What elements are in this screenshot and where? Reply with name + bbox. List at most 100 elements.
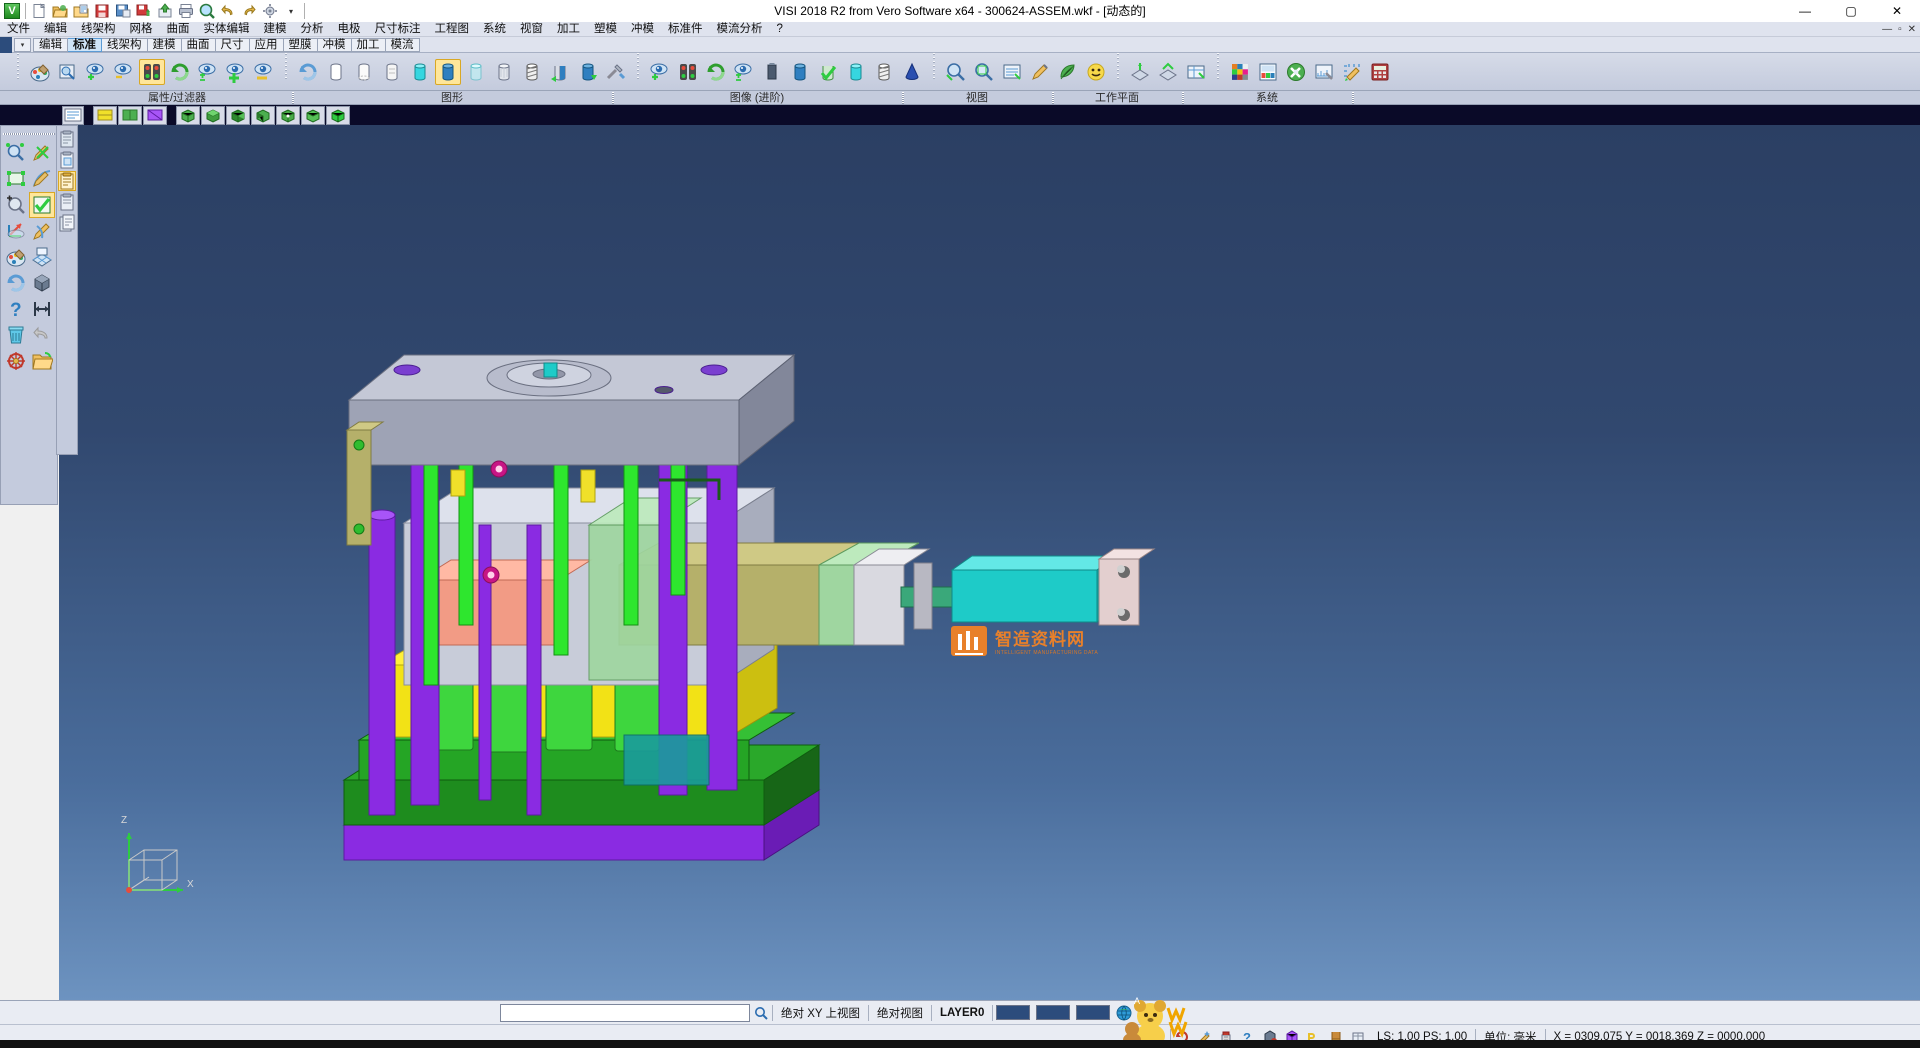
transparent-icon[interactable]	[463, 59, 489, 85]
close-button[interactable]: ✕	[1874, 0, 1920, 22]
cylinder-shade-1-icon[interactable]	[759, 59, 785, 85]
pen-delete-icon[interactable]	[29, 140, 55, 166]
mdi-restore-button[interactable]: ▫	[1898, 24, 1902, 35]
menu-item-0[interactable]: 文件	[0, 22, 37, 37]
confirm-check-icon[interactable]	[29, 192, 55, 218]
refresh-advanced-icon[interactable]	[703, 59, 729, 85]
workplane-align-icon[interactable]	[1155, 59, 1181, 85]
axis-move-icon[interactable]	[3, 218, 29, 244]
menu-item-18[interactable]: ?	[770, 22, 790, 37]
menu-item-7[interactable]: 分析	[294, 22, 331, 37]
ribbon-group-gripper-1[interactable]	[284, 53, 288, 81]
menu-item-11[interactable]: 系统	[476, 22, 513, 37]
zoom-window-icon[interactable]	[943, 59, 969, 85]
ribbon-tab-0[interactable]: 编辑	[33, 38, 68, 52]
left-panel-grip[interactable]	[3, 132, 55, 137]
mdi-minimize-button[interactable]: —	[1882, 24, 1892, 35]
menu-item-2[interactable]: 线架构	[74, 22, 123, 37]
workplane-manager-icon[interactable]	[1183, 59, 1209, 85]
menu-item-4[interactable]: 曲面	[160, 22, 197, 37]
measure-settings-icon[interactable]	[1311, 59, 1337, 85]
snap-settings-icon[interactable]	[1339, 59, 1365, 85]
add-visible-icon[interactable]	[223, 59, 249, 85]
search-input[interactable]	[500, 1004, 750, 1022]
pen-view-icon[interactable]	[1027, 59, 1053, 85]
ribbon-group-gripper-4[interactable]	[1116, 53, 1120, 81]
ribbon-tab-9[interactable]: 加工	[352, 38, 386, 52]
view-plan-icon[interactable]	[118, 106, 142, 125]
entity-attributes-icon[interactable]	[27, 59, 53, 85]
color-swatch-3[interactable]	[1076, 1005, 1110, 1020]
maximize-button[interactable]: ▢	[1828, 0, 1874, 22]
clipboard-list-icon[interactable]	[58, 192, 76, 212]
minimize-button[interactable]: —	[1782, 0, 1828, 22]
solid-cube-icon[interactable]	[29, 270, 55, 296]
layer-label[interactable]: LAYER0	[932, 1007, 992, 1019]
clipboard-copy-icon[interactable]	[58, 129, 76, 149]
palette-icon[interactable]	[3, 244, 29, 270]
clipboard-active-icon[interactable]	[58, 171, 76, 191]
view-iso7-icon[interactable]	[326, 106, 350, 125]
ribbon-dropdown-icon[interactable]: ▾	[14, 38, 31, 52]
toggle-advanced-icon[interactable]	[731, 59, 757, 85]
system-tools-icon[interactable]	[1283, 59, 1309, 85]
section-icon[interactable]	[519, 59, 545, 85]
view-iso1-icon[interactable]	[176, 106, 200, 125]
menu-item-15[interactable]: 冲模	[624, 22, 661, 37]
ribbon-tab-8[interactable]: 冲模	[318, 38, 352, 52]
ribbon-group-gripper-2[interactable]	[636, 53, 640, 81]
undo-arrow-icon[interactable]	[29, 322, 55, 348]
measure-distance-icon[interactable]	[29, 296, 55, 322]
select-window-icon[interactable]	[3, 166, 29, 192]
ribbon-tab-7[interactable]: 塑膜	[284, 38, 318, 52]
ribbon-tab-3[interactable]: 建模	[148, 38, 182, 52]
traffic-light-advanced-icon[interactable]	[675, 59, 701, 85]
3d-viewport[interactable]: 智造资料网 INTELLIGENT MANUFACTURING DATA Z X	[59, 125, 1920, 1000]
open-folder-icon[interactable]	[29, 348, 55, 374]
ribbon-tab-2[interactable]: 线架构	[102, 38, 148, 52]
filter-traffic-light-icon[interactable]	[139, 59, 165, 85]
refresh-icon[interactable]	[3, 270, 29, 296]
zoom-plus-icon[interactable]	[3, 192, 29, 218]
refresh-view-icon[interactable]	[167, 59, 193, 85]
cylinder-hatch-icon[interactable]	[871, 59, 897, 85]
workplane-define-icon[interactable]	[1127, 59, 1153, 85]
globe-icon[interactable]	[1113, 1003, 1135, 1023]
menu-item-13[interactable]: 加工	[550, 22, 587, 37]
view-iso-front-icon[interactable]	[93, 106, 117, 125]
cylinder-cyan-icon[interactable]	[843, 59, 869, 85]
regenerate-icon[interactable]	[295, 59, 321, 85]
clipboard-paste-icon[interactable]	[58, 150, 76, 170]
hide-entities-icon[interactable]	[111, 59, 137, 85]
view-dynamic-icon[interactable]	[143, 106, 167, 125]
ribbon-group-gripper-3[interactable]	[932, 53, 936, 81]
remove-visible-icon[interactable]	[251, 59, 277, 85]
view-manager-icon[interactable]	[999, 59, 1025, 85]
ribbon-tab-1[interactable]: 标准	[68, 38, 102, 52]
ribbon-group-gripper-5[interactable]	[1216, 53, 1220, 81]
transform-icon[interactable]	[3, 348, 29, 374]
dynamic-section-icon[interactable]	[547, 59, 573, 85]
menu-item-8[interactable]: 电极	[331, 22, 368, 37]
render-icon[interactable]	[575, 59, 601, 85]
menu-item-5[interactable]: 实体编辑	[197, 22, 257, 37]
smiley-view-icon[interactable]	[1083, 59, 1109, 85]
wireframe-icon[interactable]	[323, 59, 349, 85]
ribbon-tab-6[interactable]: 应用	[250, 38, 284, 52]
search-icon[interactable]	[750, 1003, 772, 1023]
calculator-icon[interactable]	[1367, 59, 1393, 85]
menu-item-17[interactable]: 模流分析	[710, 22, 770, 37]
cylinder-shade-2-icon[interactable]	[787, 59, 813, 85]
ribbon-group-gripper-0[interactable]	[16, 53, 20, 81]
cylinder-check-icon[interactable]	[815, 59, 841, 85]
color-swatch-1[interactable]	[996, 1005, 1030, 1020]
view-iso4-icon[interactable]	[251, 106, 275, 125]
pen-edit-icon[interactable]	[29, 218, 55, 244]
leaf-view-icon[interactable]	[1055, 59, 1081, 85]
menu-item-3[interactable]: 网格	[123, 22, 160, 37]
menu-item-10[interactable]: 工程图	[428, 22, 477, 37]
grid-plane-icon[interactable]	[29, 244, 55, 270]
hidden-line-icon[interactable]	[351, 59, 377, 85]
zoom-dynamic-icon[interactable]	[3, 140, 29, 166]
menu-item-9[interactable]: 尺寸标注	[368, 22, 428, 37]
